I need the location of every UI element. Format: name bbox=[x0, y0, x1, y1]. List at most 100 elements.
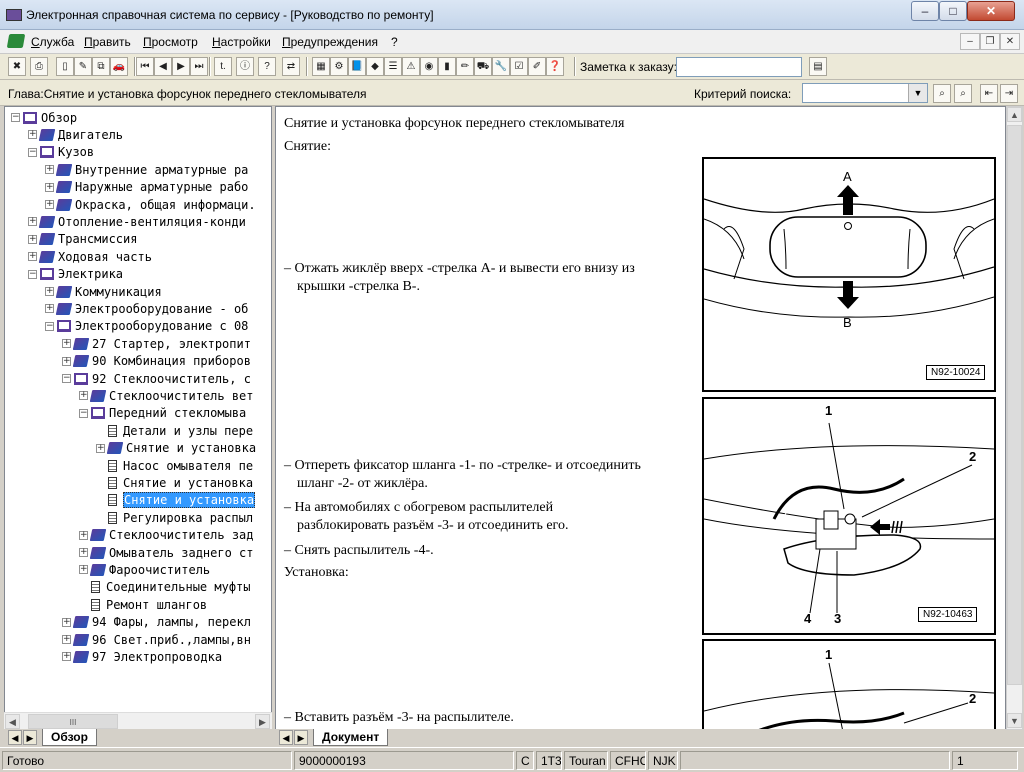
expand-icon[interactable]: + bbox=[28, 130, 37, 140]
tree-horizontal-scrollbar[interactable]: ◀ III ▶ bbox=[4, 712, 272, 729]
sync-icon[interactable]: ⇄ bbox=[282, 57, 300, 76]
car2-icon[interactable]: ⛟ bbox=[474, 57, 492, 76]
menu-warnings[interactable]: Предупреждения bbox=[282, 35, 378, 49]
tree-item[interactable]: +94 Фары, лампы, перекл bbox=[62, 614, 251, 631]
edit-icon[interactable]: ✎ bbox=[74, 57, 92, 76]
scroll-left-icon[interactable]: ◀ bbox=[5, 714, 20, 729]
help-icon[interactable]: ? bbox=[258, 57, 276, 76]
expand-icon[interactable]: + bbox=[79, 548, 88, 557]
tree-item[interactable]: − Обзор bbox=[11, 109, 77, 126]
menu-view[interactable]: Просмотр bbox=[143, 35, 198, 49]
expand-icon[interactable]: + bbox=[62, 339, 71, 349]
tab-next-icon[interactable]: ▶ bbox=[294, 730, 308, 745]
expand-icon[interactable]: + bbox=[28, 234, 37, 244]
book-icon[interactable]: 📘 bbox=[348, 57, 366, 76]
diamond-icon[interactable]: ◆ bbox=[366, 57, 384, 76]
tree-item[interactable]: Снятие и установка bbox=[96, 492, 256, 509]
tree-item[interactable]: + Двигатель bbox=[28, 126, 123, 143]
tree-item[interactable]: − Кузов bbox=[28, 144, 94, 161]
menu-edit[interactable]: Править bbox=[84, 35, 131, 49]
tree-item[interactable]: + Трансмиссия bbox=[28, 231, 137, 248]
collapse-icon[interactable]: − bbox=[11, 113, 20, 122]
tree-item[interactable]: Ремонт шлангов bbox=[79, 596, 207, 613]
tree-item[interactable]: − Электрооборудование с 08 bbox=[45, 318, 248, 335]
globe-icon[interactable]: ◉ bbox=[420, 57, 438, 76]
menu-settings[interactable]: Настройки bbox=[212, 35, 271, 49]
expand-icon[interactable]: + bbox=[45, 304, 54, 314]
minimize-button[interactable]: – bbox=[911, 1, 939, 21]
tree-item[interactable]: Соединительные муфты bbox=[79, 579, 251, 596]
list-icon[interactable]: ☰ bbox=[384, 57, 402, 76]
search-prev-icon[interactable]: ⌕ bbox=[933, 84, 951, 103]
engine-icon[interactable]: ⚙ bbox=[330, 57, 348, 76]
paint-icon[interactable]: ✏ bbox=[456, 57, 474, 76]
expand-icon[interactable]: + bbox=[45, 200, 54, 209]
menu-service[interactable]: Служба bbox=[31, 35, 74, 49]
expand-icon[interactable]: + bbox=[96, 443, 105, 453]
tree-item[interactable]: + Коммуникация bbox=[45, 283, 162, 300]
question-doc-icon[interactable]: ❓ bbox=[546, 57, 564, 76]
tree-item[interactable]: + Отопление-вентиляция-конди bbox=[28, 213, 246, 230]
expand-icon[interactable]: + bbox=[28, 252, 37, 262]
next-icon[interactable]: ▶ bbox=[172, 57, 190, 76]
tree-item[interactable]: + Стеклоочиститель зад bbox=[79, 527, 254, 544]
tree-item[interactable]: Снятие и установка bbox=[96, 474, 253, 491]
expand-icon[interactable]: + bbox=[79, 391, 88, 401]
document-vertical-scrollbar[interactable]: ▲ ▼ bbox=[1006, 106, 1023, 730]
mdi-close-button[interactable]: ✕ bbox=[1000, 33, 1020, 50]
tab-overview[interactable]: Обзор bbox=[42, 729, 97, 746]
expand-icon[interactable]: + bbox=[62, 635, 71, 644]
tree-item[interactable]: + Окраска, общая информаци. bbox=[45, 196, 256, 213]
calc-icon[interactable]: ▦ bbox=[312, 57, 330, 76]
order-icon[interactable]: ▤ bbox=[809, 57, 827, 76]
tree-item[interactable]: + Стеклоочиститель вет bbox=[79, 387, 254, 404]
new-doc-icon[interactable]: ▯ bbox=[56, 57, 74, 76]
expand-icon[interactable]: + bbox=[62, 617, 71, 627]
info-icon[interactable]: ⓘ bbox=[236, 57, 254, 76]
tree-item[interactable]: + Наружные арматурные рабо bbox=[45, 179, 248, 196]
chevron-down-icon[interactable]: ▼ bbox=[908, 84, 927, 102]
last-icon[interactable]: ⏭ bbox=[190, 57, 208, 76]
tree-item[interactable]: Регулировка распыл bbox=[96, 509, 253, 526]
tree-item[interactable]: + Внутренние арматурные ра bbox=[45, 161, 248, 178]
tab-next-icon[interactable]: ▶ bbox=[23, 730, 37, 745]
expand-icon[interactable]: + bbox=[45, 182, 54, 192]
tab-prev-icon[interactable]: ◀ bbox=[8, 730, 22, 745]
tree-item[interactable]: − Передний стекломыва bbox=[79, 405, 246, 422]
scroll-down-icon[interactable]: ▼ bbox=[1007, 713, 1022, 728]
tree-item[interactable]: + Снятие и установка bbox=[96, 440, 256, 457]
tree-item[interactable]: +90 Комбинация приборов bbox=[62, 353, 251, 370]
battery-icon[interactable]: ▮ bbox=[438, 57, 456, 76]
collapse-icon[interactable]: − bbox=[45, 321, 54, 331]
scroll-right-icon[interactable]: ▶ bbox=[255, 714, 270, 729]
print-icon[interactable]: ⎙ bbox=[30, 57, 48, 76]
mdi-restore-button[interactable]: ❐ bbox=[980, 33, 1000, 50]
collapse-icon[interactable]: − bbox=[62, 374, 71, 383]
collapse-icon[interactable]: − bbox=[28, 147, 37, 157]
check-icon[interactable]: ☑ bbox=[510, 57, 528, 76]
expand-icon[interactable]: + bbox=[62, 652, 71, 662]
navigation-tree[interactable]: − Обзор + Двигатель − Кузов + Внутренние армату… bbox=[4, 106, 272, 730]
search-next-icon[interactable]: ⌕ bbox=[954, 84, 972, 103]
tree-item[interactable]: Детали и узлы пере bbox=[96, 422, 253, 439]
tree-item[interactable]: +27 Стартер, электропит bbox=[62, 335, 251, 352]
tab-document[interactable]: Документ bbox=[313, 729, 389, 746]
expand-icon[interactable]: + bbox=[62, 356, 71, 366]
tree-item[interactable]: + Электрооборудование - об bbox=[45, 300, 248, 317]
maximize-button[interactable]: □ bbox=[939, 1, 967, 21]
exit-icon[interactable]: ✖ bbox=[8, 57, 26, 76]
expand-icon[interactable]: + bbox=[45, 165, 54, 175]
car-icon[interactable]: 🚗 bbox=[110, 57, 128, 76]
tree-item[interactable]: + Омыватель заднего ст bbox=[79, 544, 254, 561]
tree-item[interactable]: + Фароочиститель bbox=[79, 561, 210, 578]
expand-icon[interactable]: + bbox=[79, 565, 88, 575]
menu-help[interactable]: ? bbox=[391, 35, 398, 49]
notes-icon[interactable]: ✐ bbox=[528, 57, 546, 76]
tree-item[interactable]: +97 Электропроводка bbox=[62, 648, 222, 665]
tools-icon[interactable]: 🔧 bbox=[492, 57, 510, 76]
expand-icon[interactable]: + bbox=[45, 287, 54, 296]
tree-item[interactable]: − 92 Стеклоочиститель, с bbox=[62, 370, 251, 387]
scroll-thumb[interactable]: III bbox=[28, 714, 118, 729]
tree-item[interactable]: − Электрика bbox=[28, 266, 123, 283]
collapse-icon[interactable]: − bbox=[79, 408, 88, 418]
